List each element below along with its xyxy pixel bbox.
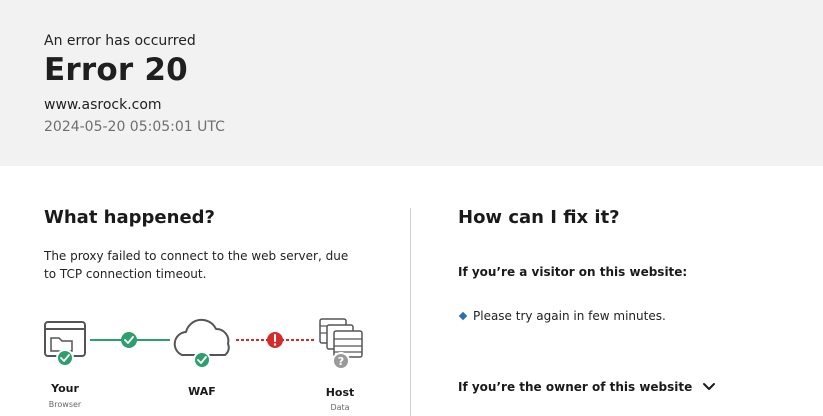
error-subtitle: An error has occurred xyxy=(44,33,196,49)
site-domain: www.asrock.com xyxy=(44,97,162,113)
error-timestamp: 2024-05-20 05:05:01 UTC xyxy=(44,119,225,135)
node-label-browser: Your xyxy=(51,382,79,395)
link-ok-icon xyxy=(121,332,137,348)
node-label-host: Host xyxy=(325,386,355,399)
owner-expander[interactable]: If you’re the owner of this website xyxy=(458,380,716,394)
cloud-icon xyxy=(173,318,230,356)
chevron-down-icon xyxy=(703,383,716,390)
link-error-icon xyxy=(267,332,283,348)
visitor-tip-text: Please try again in few minutes. xyxy=(473,309,666,323)
error-code: Error 20 xyxy=(44,52,188,88)
host-unknown-icon: ? xyxy=(332,352,350,370)
what-happened-description: The proxy failed to connect to the web s… xyxy=(44,249,349,281)
visitor-tip: Please try again in few minutes. xyxy=(458,309,666,323)
svg-text:?: ? xyxy=(338,355,344,368)
browser-ok-icon xyxy=(56,349,74,367)
node-sub-host: Data xyxy=(330,403,350,412)
error-header: An error has occurred Error 20 www.asroc… xyxy=(0,0,823,166)
how-to-fix-title: How can I fix it? xyxy=(458,207,620,228)
node-label-waf: WAF xyxy=(188,385,216,398)
section-divider xyxy=(410,208,411,416)
what-happened-title: What happened? xyxy=(44,207,215,228)
owner-heading: If you’re the owner of this website xyxy=(458,380,693,394)
server-stack-icon xyxy=(319,318,363,358)
connection-diagram: ? Your Browser WAF Host Data xyxy=(30,310,390,416)
visitor-heading: If you’re a visitor on this website: xyxy=(458,265,688,279)
waf-ok-icon xyxy=(193,351,211,369)
bullet-diamond-icon xyxy=(458,311,468,321)
node-sub-browser: Browser xyxy=(48,400,82,409)
